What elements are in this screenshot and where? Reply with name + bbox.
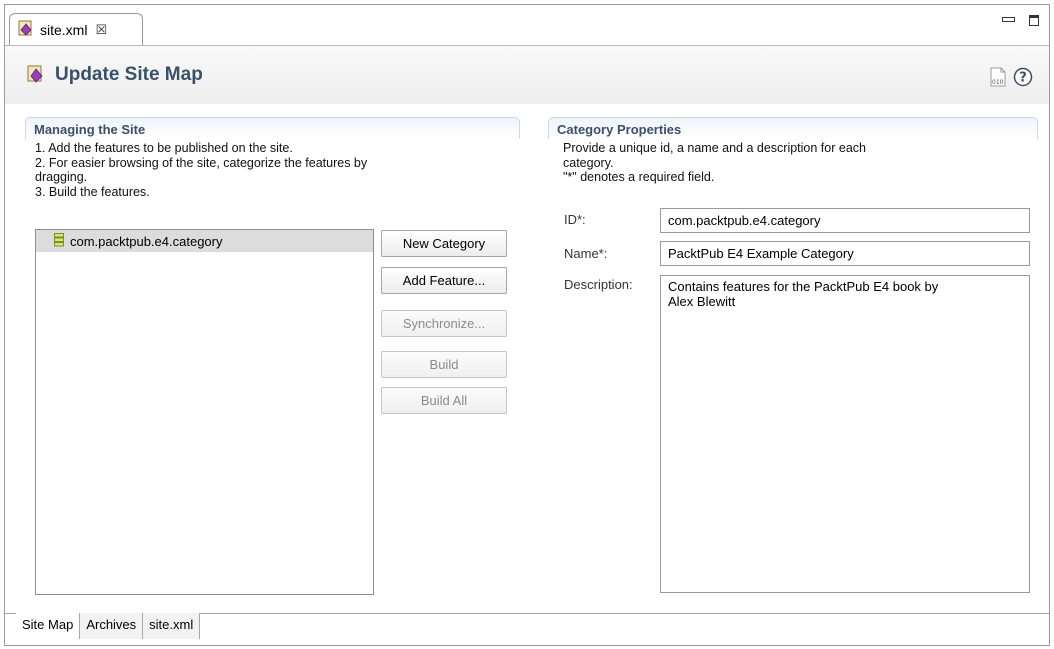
category-section-header[interactable]: Category Properties (548, 117, 1038, 139)
help-icon[interactable]: ? (1013, 67, 1033, 90)
close-icon[interactable]: ☒ (95, 22, 107, 38)
new-category-button[interactable]: New Category (381, 230, 507, 257)
managing-section-title: Managing the Site (34, 122, 146, 137)
managing-line: 1. Add the features to be published on t… (35, 141, 293, 155)
site-map-icon (27, 65, 45, 86)
features-tree[interactable]: com.packtpub.e4.category (35, 229, 374, 595)
tree-item-label: com.packtpub.e4.category (70, 233, 223, 249)
id-label: ID*: (564, 212, 586, 227)
managing-line: 3. Build the features. (35, 184, 150, 199)
tab-site-xml[interactable]: site.xml (143, 613, 201, 639)
managing-line: dragging. (35, 170, 88, 184)
minimize-icon[interactable] (1002, 17, 1015, 22)
site-map-file-icon (18, 20, 34, 39)
window-controls (1002, 15, 1039, 26)
editor-frame: site.xml ☒ Update Site Map 010 ? Managin… (4, 4, 1050, 646)
svg-text:010: 010 (992, 79, 1004, 86)
tab-site-map[interactable]: Site Map (16, 613, 81, 639)
add-feature-button[interactable]: Add Feature... (381, 267, 507, 294)
synchronize-button[interactable]: Synchronize... (381, 310, 507, 337)
category-line: "*" denotes a required field. (563, 170, 715, 184)
page-title: Update Site Map (55, 64, 203, 85)
managing-description: 1. Add the features to be published on t… (35, 141, 367, 199)
managing-line: 2. For easier browsing of the site, cate… (35, 155, 368, 170)
name-field[interactable] (660, 241, 1030, 266)
svg-text:?: ? (1019, 71, 1027, 86)
tab-archives[interactable]: Archives (80, 613, 144, 639)
tree-item[interactable]: com.packtpub.e4.category (36, 230, 373, 252)
category-line: category. (563, 155, 614, 170)
build-all-button[interactable]: Build All (381, 387, 507, 414)
header-toolbar: 010 ? (989, 67, 1033, 90)
editor-tab-site-xml[interactable]: site.xml ☒ (9, 13, 143, 45)
form-header: Update Site Map 010 ? (5, 45, 1049, 104)
maximize-icon[interactable] (1029, 15, 1039, 26)
build-button[interactable]: Build (381, 351, 507, 378)
name-label: Name*: (564, 246, 608, 261)
category-section-title: Category Properties (557, 122, 682, 137)
editor-tab-title: site.xml (40, 21, 88, 38)
category-icon (54, 232, 64, 250)
description-label: Description: (564, 277, 633, 292)
editor-tab-bar: site.xml ☒ (5, 5, 1049, 45)
category-description: Provide a unique id, a name and a descri… (563, 141, 866, 185)
category-line: Provide a unique id, a name and a descri… (563, 141, 866, 155)
form-title: Update Site Map (27, 64, 203, 86)
id-field[interactable] (660, 208, 1030, 233)
page-tabs: Site Map Archives site.xml (16, 613, 201, 639)
binary-file-icon[interactable]: 010 (989, 67, 1007, 90)
managing-section-header[interactable]: Managing the Site (25, 117, 520, 139)
description-field[interactable]: Contains features for the PacktPub E4 bo… (660, 275, 1030, 593)
